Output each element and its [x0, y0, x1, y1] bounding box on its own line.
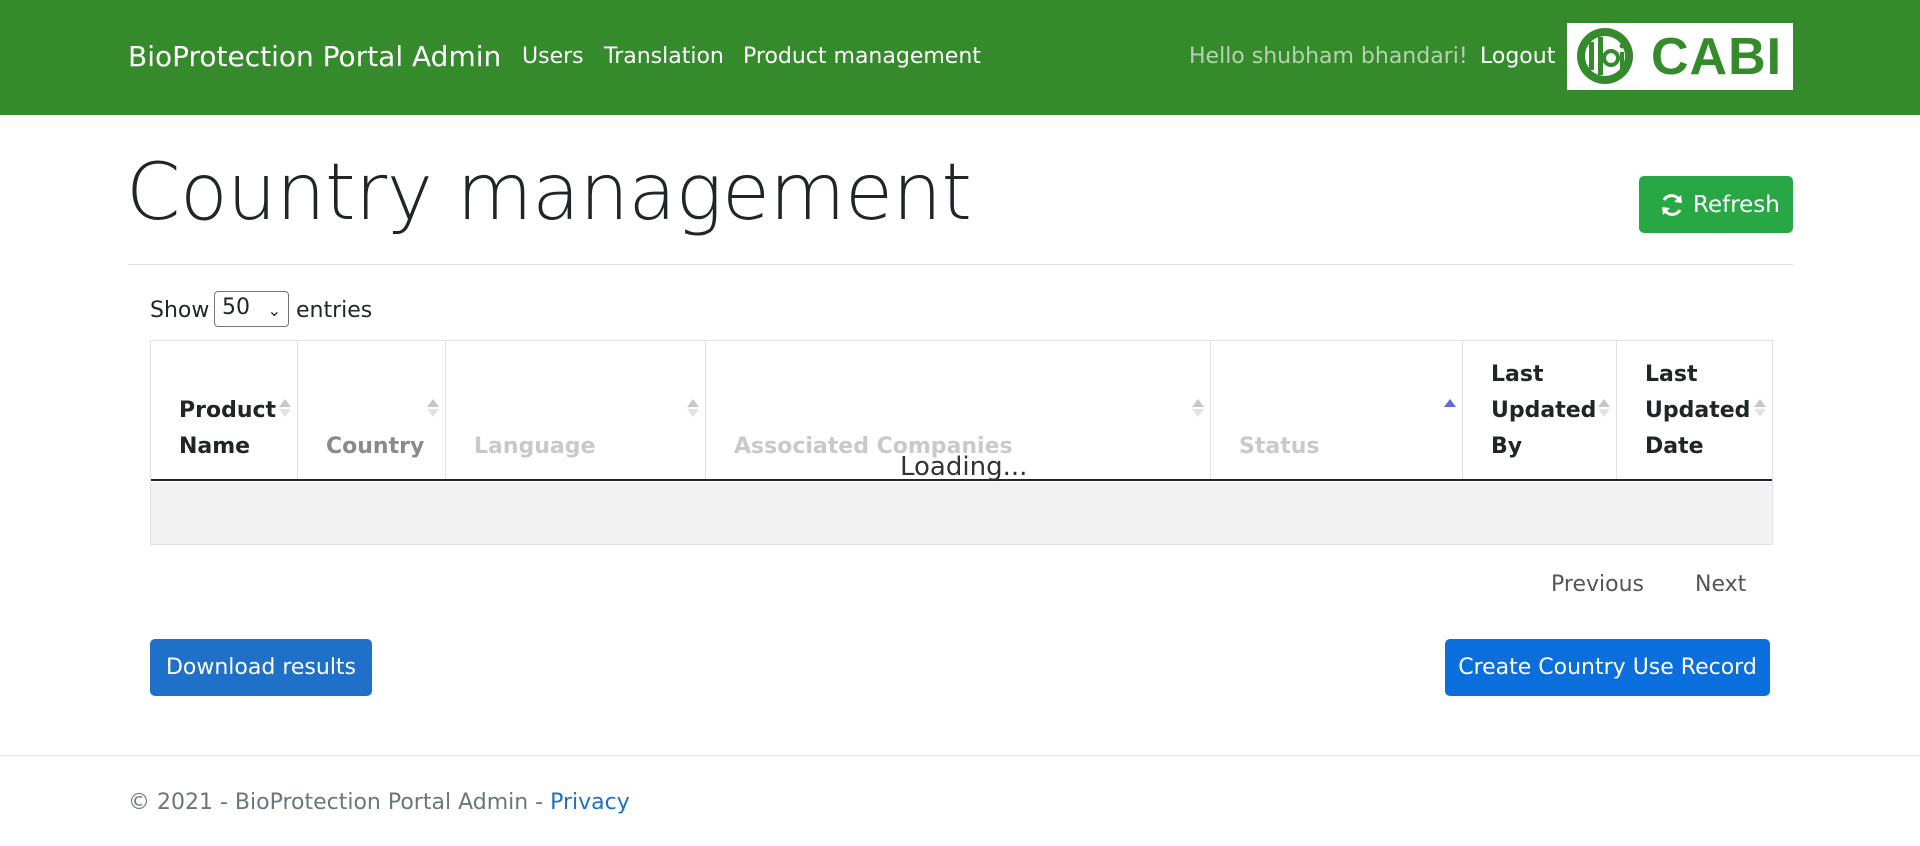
cabi-logo-text: CABI — [1651, 28, 1783, 86]
cabi-logo: CABI — [1567, 23, 1793, 90]
nav-product-management-link[interactable]: Product management — [743, 44, 981, 69]
top-navbar: BioProtection Portal Admin Users Transla… — [0, 0, 1920, 115]
brand-link[interactable]: BioProtection Portal Admin — [128, 40, 501, 73]
column-label: Product Name — [179, 398, 277, 459]
create-country-use-record-button[interactable]: Create Country Use Record — [1445, 639, 1770, 696]
column-header-product-name[interactable]: Product Name — [151, 341, 298, 479]
sort-icon — [687, 399, 699, 417]
logout-link[interactable]: Logout — [1480, 44, 1555, 69]
pagination-next[interactable]: Next — [1695, 572, 1746, 597]
page-title: Country management — [126, 148, 972, 238]
footer-copyright: © 2021 - BioProtection Portal Admin - — [128, 790, 551, 815]
column-label: Country — [326, 434, 425, 459]
sort-icon — [279, 399, 291, 417]
entries-per-page-select[interactable]: 50 ⌄ — [214, 291, 289, 327]
pagination-previous[interactable]: Previous — [1551, 572, 1644, 597]
column-label: Last Updated By — [1491, 362, 1597, 459]
entries-label: entries — [296, 298, 373, 323]
column-header-language[interactable]: Language — [446, 341, 706, 479]
sort-icon — [1598, 399, 1610, 417]
entries-per-page-value: 50 — [222, 295, 250, 320]
sort-icon — [1192, 399, 1204, 417]
show-label: Show — [150, 298, 210, 323]
user-greeting: Hello shubham bhandari! — [1189, 44, 1468, 69]
country-table: Product Name Country Language Associated… — [150, 340, 1773, 545]
column-header-last-updated-by[interactable]: Last Updated By — [1463, 341, 1617, 479]
chevron-down-icon: ⌄ — [267, 301, 281, 320]
sort-icon — [427, 399, 439, 417]
refresh-button[interactable]: Refresh — [1639, 176, 1793, 233]
table-row — [151, 482, 1772, 544]
loading-indicator: Loading... — [900, 452, 1028, 482]
sort-icon — [1754, 399, 1766, 417]
nav-users-link[interactable]: Users — [522, 44, 584, 69]
refresh-icon — [1662, 193, 1682, 216]
column-header-last-updated-date[interactable]: Last Updated Date — [1617, 341, 1772, 479]
cabi-logo-icon — [1577, 28, 1633, 84]
column-header-status[interactable]: Status — [1211, 341, 1463, 479]
heading-divider — [128, 264, 1793, 265]
nav-translation-link[interactable]: Translation — [604, 44, 724, 69]
footer: © 2021 - BioProtection Portal Admin - Pr… — [128, 790, 630, 815]
column-label: Language — [474, 434, 596, 459]
privacy-link[interactable]: Privacy — [550, 790, 630, 815]
column-label: Status — [1239, 434, 1320, 459]
sort-ascending-icon — [1444, 399, 1456, 417]
footer-divider — [0, 755, 1920, 756]
column-label: Last Updated Date — [1645, 362, 1751, 459]
refresh-label: Refresh — [1693, 191, 1780, 218]
download-results-button[interactable]: Download results — [150, 639, 372, 696]
column-header-country[interactable]: Country — [298, 341, 446, 479]
